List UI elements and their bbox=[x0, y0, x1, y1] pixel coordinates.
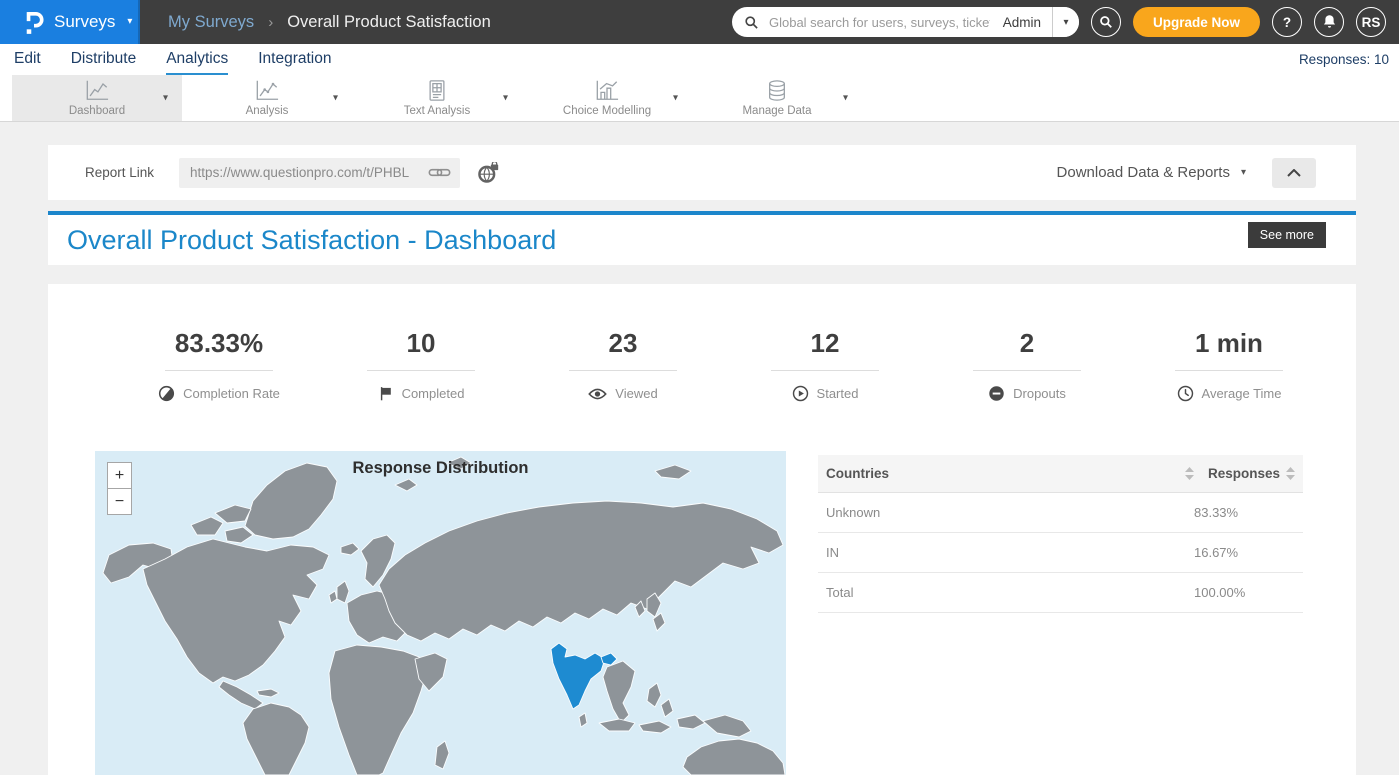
table-row: Unknown 83.33% bbox=[818, 493, 1303, 533]
search-icon bbox=[744, 15, 759, 30]
sort-icon[interactable] bbox=[1286, 467, 1295, 480]
questionpro-logo-icon bbox=[24, 10, 44, 35]
report-link-bar: Report Link Download Data & Reports ▾ bbox=[48, 145, 1356, 200]
dashboard-content: Report Link Download Data & Reports ▾ Se… bbox=[0, 145, 1399, 775]
toolbar-item-dashboard[interactable]: Dashboard ▾ bbox=[12, 75, 182, 121]
toolbar-item-choice-modelling[interactable]: Choice Modelling ▾ bbox=[522, 75, 692, 121]
map-zoom-controls: + − bbox=[107, 462, 132, 515]
advanced-search-button[interactable] bbox=[1091, 7, 1121, 37]
table-row: Total 100.00% bbox=[818, 573, 1303, 613]
stat-viewed: 23 Viewed bbox=[522, 329, 724, 402]
chevron-down-icon[interactable]: ▾ bbox=[673, 93, 678, 104]
breadcrumb-current-survey: Overall Product Satisfaction bbox=[287, 13, 491, 32]
responses-column-header[interactable]: Responses bbox=[1208, 466, 1280, 481]
survey-stats-row: 83.33% Completion Rate 10 Completed 23 V… bbox=[48, 329, 1356, 402]
report-url-field bbox=[179, 158, 460, 188]
stat-average-time: 1 min Average Time bbox=[1128, 329, 1330, 402]
analytics-toolbar: Dashboard ▾ Analysis ▾ Text Analysis ▾ C… bbox=[0, 75, 1399, 122]
topbar-actions: Admin ▾ Upgrade Now ? RS bbox=[732, 7, 1399, 37]
countries-column-header[interactable]: Countries bbox=[826, 466, 889, 481]
help-button[interactable]: ? bbox=[1272, 7, 1302, 37]
tab-integration[interactable]: Integration bbox=[258, 44, 331, 75]
global-search: Admin ▾ bbox=[732, 7, 1079, 37]
survey-section-tabs: Edit Distribute Analytics Integration Re… bbox=[0, 44, 1399, 75]
flag-icon bbox=[378, 385, 394, 402]
eye-icon bbox=[588, 387, 607, 401]
sort-icon[interactable] bbox=[1185, 467, 1194, 480]
top-navbar: Surveys ▾ My Surveys › Overall Product S… bbox=[0, 0, 1399, 44]
chevron-down-icon[interactable]: ▾ bbox=[503, 93, 508, 104]
toolbar-item-manage-data[interactable]: Manage Data ▾ bbox=[692, 75, 862, 121]
chevron-down-icon[interactable]: ▾ bbox=[163, 93, 168, 104]
chevron-down-icon: ▾ bbox=[1241, 167, 1246, 178]
tab-analytics[interactable]: Analytics bbox=[166, 44, 228, 75]
chevron-down-icon[interactable]: ▾ bbox=[843, 93, 848, 104]
see-more-tooltip: See more bbox=[1248, 222, 1326, 248]
bars-line-chart-icon bbox=[595, 79, 619, 102]
half-circle-icon bbox=[158, 385, 175, 402]
countries-table: Countries Responses Unknown 83.33% IN 16… bbox=[818, 455, 1303, 775]
toolbar-item-analysis[interactable]: Analysis ▾ bbox=[182, 75, 352, 121]
play-circle-icon bbox=[792, 385, 809, 402]
database-icon bbox=[766, 79, 788, 102]
tab-edit[interactable]: Edit bbox=[14, 44, 41, 75]
response-distribution-map: Response Distribution + − bbox=[95, 451, 786, 775]
chevron-down-icon: ▾ bbox=[127, 17, 132, 27]
responses-count: Responses: 10 bbox=[1299, 52, 1399, 67]
dashboard-panel: 83.33% Completion Rate 10 Completed 23 V… bbox=[48, 284, 1356, 775]
chevron-up-icon bbox=[1287, 169, 1301, 177]
breadcrumb: My Surveys › Overall Product Satisfactio… bbox=[168, 13, 491, 32]
line-chart-icon bbox=[85, 79, 109, 102]
map-zoom-out-button[interactable]: − bbox=[107, 488, 132, 515]
search-scope-label[interactable]: Admin bbox=[992, 15, 1052, 30]
minus-circle-icon bbox=[988, 385, 1005, 402]
breadcrumb-my-surveys[interactable]: My Surveys bbox=[168, 13, 254, 32]
map-zoom-in-button[interactable]: + bbox=[107, 462, 132, 489]
map-title: Response Distribution bbox=[95, 459, 786, 478]
tab-distribute[interactable]: Distribute bbox=[71, 44, 136, 75]
upgrade-now-button[interactable]: Upgrade Now bbox=[1133, 7, 1260, 37]
page-title-bar: Overall Product Satisfaction - Dashboard bbox=[48, 215, 1356, 265]
report-link-label: Report Link bbox=[85, 165, 154, 180]
surveys-product-menu[interactable]: Surveys ▾ bbox=[0, 0, 140, 44]
globe-lock-icon[interactable] bbox=[477, 162, 499, 184]
report-url-input[interactable] bbox=[188, 164, 428, 181]
download-data-reports-menu[interactable]: Download Data & Reports ▾ bbox=[1057, 164, 1246, 181]
chevron-down-icon[interactable]: ▾ bbox=[333, 93, 338, 104]
stat-completed: 10 Completed bbox=[320, 329, 522, 402]
countries-table-header: Countries Responses bbox=[818, 455, 1303, 493]
table-row: IN 16.67% bbox=[818, 533, 1303, 573]
product-label: Surveys bbox=[54, 12, 115, 32]
chain-link-icon[interactable] bbox=[428, 166, 451, 179]
toolbar-item-text-analysis[interactable]: Text Analysis ▾ bbox=[352, 75, 522, 121]
stat-completion-rate: 83.33% Completion Rate bbox=[118, 329, 320, 402]
document-grid-icon bbox=[426, 79, 448, 102]
line-chart-points-icon bbox=[255, 79, 279, 102]
country-india-highlight bbox=[551, 643, 605, 709]
breadcrumb-separator: › bbox=[268, 14, 273, 31]
collapse-panel-button[interactable] bbox=[1272, 158, 1316, 188]
user-avatar[interactable]: RS bbox=[1356, 7, 1386, 37]
notifications-button[interactable] bbox=[1314, 7, 1344, 37]
stat-dropouts: 2 Dropouts bbox=[926, 329, 1128, 402]
page-title: Overall Product Satisfaction - Dashboard bbox=[67, 225, 556, 256]
search-scope-dropdown[interactable]: ▾ bbox=[1052, 7, 1079, 37]
search-input[interactable] bbox=[767, 14, 992, 31]
geo-section: Response Distribution + − bbox=[48, 451, 1356, 775]
clock-icon bbox=[1177, 385, 1194, 402]
stat-started: 12 Started bbox=[724, 329, 926, 402]
world-map[interactable] bbox=[95, 451, 786, 775]
